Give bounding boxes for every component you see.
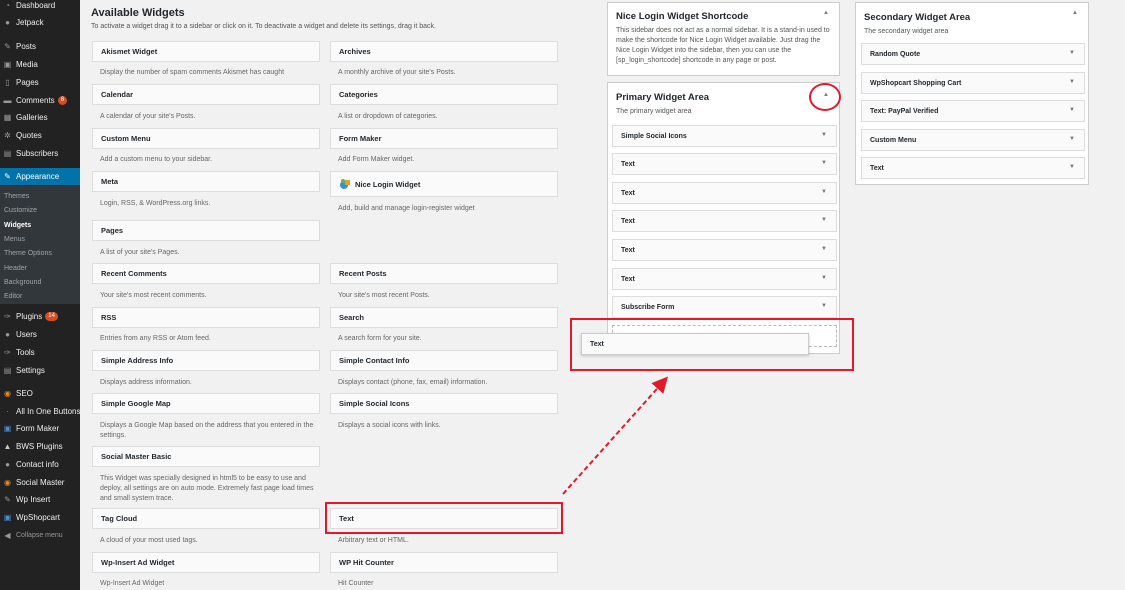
widgets-screen: ◔ Dashboard ● Jetpack ✎ Posts ▣ Media ▯ Pages…	[0, 0, 1125, 590]
drag-arrow	[562, 376, 668, 495]
